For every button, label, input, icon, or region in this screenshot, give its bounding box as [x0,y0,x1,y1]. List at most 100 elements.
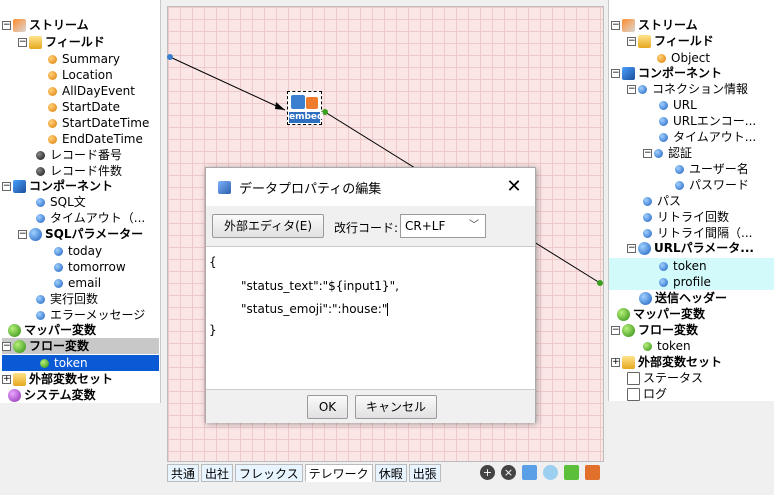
tree-node-flow-vars[interactable]: − フロー変数 [2,338,159,354]
tab-telework[interactable]: テレワーク [304,464,373,482]
collapse-toggle[interactable]: − [627,84,636,94]
tree-node-stream[interactable]: − ストリーム [611,17,698,33]
tree-node-send-header[interactable]: 送信ヘッダー [639,290,727,306]
flow-var-icon [643,341,652,351]
param-icon [659,277,668,287]
right-mapping-tree: − ストリーム − フィールド Object − コンポーネント − コネクション情報 … [608,0,774,401]
tree-node-mapper-vars[interactable]: マッパー変数 [617,306,705,322]
close-icon[interactable]: ✕ [503,176,525,198]
tree-node-password[interactable]: パスワード [675,177,749,193]
tree-node-path[interactable]: パス [643,193,681,209]
tree-node-param[interactable]: tomorrow [54,259,126,275]
tree-node-status[interactable]: ステータス [627,370,703,386]
tree-node-flow-token[interactable]: token [643,338,691,354]
embed-component[interactable]: embed [287,91,324,125]
toolbox-icon[interactable] [585,465,600,480]
tab-flex[interactable]: フレックス [235,464,303,482]
tree-node-url[interactable]: URL [659,97,697,113]
tree-node-timeout[interactable]: タイムアウト（... [36,210,145,226]
tree-node-stream[interactable]: − ストリーム [2,17,89,33]
collapse-toggle[interactable]: − [2,341,11,351]
tab-common[interactable]: 共通 [167,464,200,482]
tree-node-fields[interactable]: − フィールド [627,33,714,49]
line-ending-select[interactable]: CR+LF ﹀ [400,214,486,238]
tree-node-field[interactable]: StartDateTime [48,115,149,131]
param-icon [659,261,668,271]
tree-node-sql-params[interactable]: − SQLパラメーター [18,226,143,242]
collapse-toggle[interactable]: − [627,243,636,253]
tree-node-field[interactable]: Object [657,50,710,66]
edit-icon[interactable] [522,465,537,480]
remove-tab-icon[interactable]: × [501,465,516,480]
dialog-titlebar: データプロパティの編集 [206,168,535,206]
tree-node-retry-count[interactable]: リトライ回数 [643,209,729,225]
tree-node-field[interactable]: StartDate [48,99,120,115]
property-icon [659,116,668,126]
stream-icon [13,18,26,32]
add-tab-icon[interactable]: + [480,465,495,480]
tree-node-field[interactable]: Summary [48,51,120,67]
tree-node-field[interactable]: AllDayEvent [48,83,135,99]
tree-node-component[interactable]: − コンポーネント [611,65,722,81]
tree-node-timeout[interactable]: タイムアウト... [659,129,756,145]
collapse-toggle[interactable]: − [18,37,27,47]
tree-node-flow-vars[interactable]: − フロー変数 [611,322,698,338]
expand-toggle[interactable]: + [2,374,11,384]
tab-office[interactable]: 出社 [201,464,234,482]
tree-node-param-token[interactable]: token [609,258,774,274]
tree-node-url-encode[interactable]: URLエンコー... [659,113,756,129]
tree-node-ext-var-set[interactable]: + 外部変数セット [611,354,722,370]
tree-node-ext-var-set[interactable]: + 外部変数セット [2,371,113,387]
tree-node-record-number[interactable]: レコード番号 [36,147,122,163]
collapse-toggle[interactable]: − [627,36,636,46]
dialog-edit-icon [218,180,231,194]
left-panel-footer [0,403,161,495]
tree-node-connection-info[interactable]: − コネクション情報 [627,81,748,97]
external-editor-button[interactable]: 外部エディタ(E) [212,214,324,238]
mapper-var-icon [8,323,21,337]
tree-node-param[interactable]: today [54,243,102,259]
json-text-editor[interactable]: { "status_text":"${input1}", "status_emo… [206,246,535,390]
collapse-toggle[interactable]: − [611,20,620,30]
tab-vacation[interactable]: 休暇 [374,464,407,482]
tree-node-exec-count[interactable]: 実行回数 [36,291,98,307]
tree-node-username[interactable]: ユーザー名 [675,161,749,177]
tree-node-url-params[interactable]: − URLパラメータ... [627,240,754,256]
variable-icon [36,166,45,176]
ok-button[interactable]: OK [307,395,348,419]
tree-node-record-count[interactable]: レコード件数 [36,163,122,179]
stream-icon [622,18,635,32]
expand-toggle[interactable]: + [611,357,620,367]
tree-node-token-selected[interactable]: token [2,355,159,371]
cancel-button[interactable]: キャンセル [355,395,437,419]
property-icon [638,84,647,94]
collapse-toggle[interactable]: − [18,229,27,239]
collapse-toggle[interactable]: − [611,325,620,335]
tree-node-field[interactable]: EndDateTime [48,131,143,147]
tree-node-component[interactable]: − コンポーネント [2,178,113,194]
variable-icon [36,150,45,160]
flow-var-icon [40,358,49,368]
embed-icon [291,95,305,109]
tree-node-retry-interval[interactable]: リトライ間隔（... [643,225,752,241]
embed-label: embed [289,112,324,123]
flow-var-icon [13,339,26,353]
tree-node-sql[interactable]: SQL文 [36,194,86,210]
property-icon [675,164,684,174]
tab-business-trip[interactable]: 出張 [408,464,441,482]
comment-icon[interactable] [543,465,558,480]
tree-node-param-profile[interactable]: profile [609,274,774,290]
tree-node-fields[interactable]: − フィールド [18,34,105,50]
collapse-toggle[interactable]: − [643,148,652,158]
tree-node-system-vars[interactable]: システム変数 [8,387,96,403]
tree-node-auth[interactable]: − 認証 [643,145,692,161]
collapse-toggle[interactable]: − [2,20,11,30]
debug-icon[interactable] [564,465,579,480]
tree-node-error-message[interactable]: エラーメッセージ [36,307,145,323]
tree-node-field[interactable]: Location [48,67,113,83]
collapse-toggle[interactable]: − [2,181,11,191]
collapse-toggle[interactable]: − [611,68,620,78]
tree-node-mapper-vars[interactable]: マッパー変数 [8,322,96,338]
tree-node-log[interactable]: ログ [627,386,667,402]
tree-node-param[interactable]: email [54,275,101,291]
